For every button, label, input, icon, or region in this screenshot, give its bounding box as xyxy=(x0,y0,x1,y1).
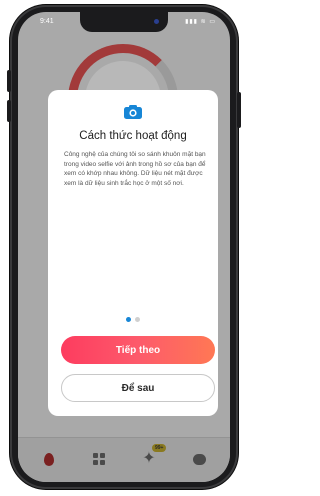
camera-icon xyxy=(124,105,142,119)
screen: 9:41 ▮▮▮ ≋ ▭ ✦ 99+ Cách thức hoạt động C… xyxy=(18,12,230,482)
how-it-works-modal: Cách thức hoạt động Công nghệ của chúng … xyxy=(48,90,218,416)
side-button-right xyxy=(237,92,241,128)
side-button-left xyxy=(7,70,11,92)
pagination-dots xyxy=(48,317,218,322)
side-button-left-2 xyxy=(7,100,11,122)
pagination-dot-inactive[interactable] xyxy=(135,317,140,322)
tab-chat[interactable] xyxy=(190,450,208,468)
modal-title: Cách thức hoạt động xyxy=(79,130,187,142)
camera-lens xyxy=(154,19,159,24)
explore-grid-icon xyxy=(93,453,105,465)
tab-home[interactable] xyxy=(40,450,58,468)
flame-icon xyxy=(44,452,54,466)
later-button[interactable]: Để sau xyxy=(61,374,215,402)
tab-explore[interactable] xyxy=(90,450,108,468)
modal-description: Công nghệ của chúng tôi so sánh khuôn mặ… xyxy=(64,151,206,187)
likes-badge: 99+ xyxy=(152,444,167,452)
next-button[interactable]: Tiếp theo xyxy=(61,336,215,364)
tab-likes[interactable]: ✦ 99+ xyxy=(140,444,167,468)
status-time: 9:41 xyxy=(40,18,54,25)
bottom-tab-bar: ✦ 99+ xyxy=(18,437,230,482)
pagination-dot-active[interactable] xyxy=(126,317,131,322)
sparkle-star-icon: ✦ xyxy=(142,450,156,467)
status-icons: ▮▮▮ ≋ ▭ xyxy=(185,19,216,25)
chat-icon xyxy=(192,453,206,465)
notch xyxy=(80,12,168,32)
